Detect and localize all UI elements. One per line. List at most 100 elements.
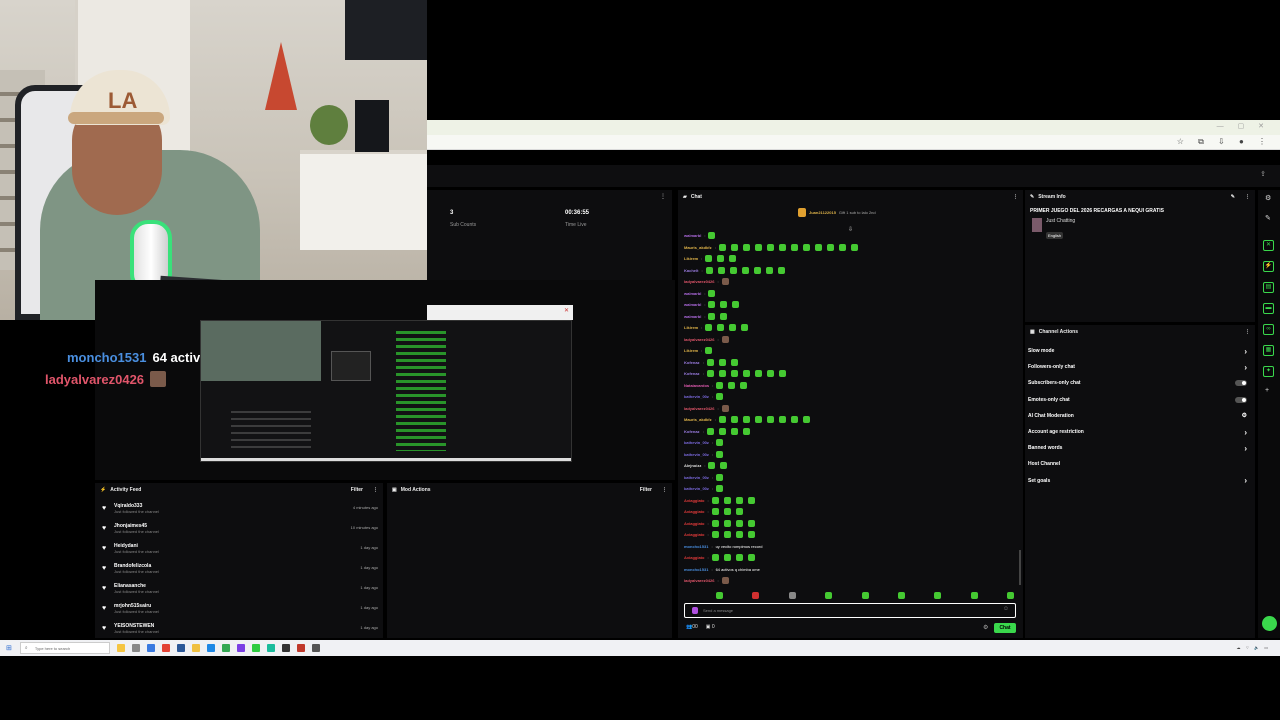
chat-username[interactable]: Mauris_akdkfz xyxy=(684,245,712,250)
chat-username[interactable]: kathevin_00z xyxy=(684,486,709,491)
chat-username[interactable]: kathevin_00z xyxy=(684,452,709,457)
chat-username[interactable]: Kofenaz xyxy=(684,429,700,434)
chat-message[interactable]: Alejnoizz: xyxy=(678,460,1023,472)
close-icon[interactable]: ✕ xyxy=(1263,240,1274,251)
browser-address-bar[interactable] xyxy=(427,135,1280,150)
emote-icon[interactable] xyxy=(825,592,833,599)
window-controls[interactable]: — ▢ ✕ xyxy=(1217,122,1270,130)
chat-username[interactable]: Nataiavardos xyxy=(684,383,709,388)
chat-message[interactable]: Axiaggiato: xyxy=(678,495,1023,507)
chat-message[interactable]: Kofenaz: xyxy=(678,357,1023,369)
app-icon[interactable] xyxy=(251,644,260,652)
app-icon[interactable] xyxy=(236,644,245,652)
chat-message[interactable]: kathevin_00z: xyxy=(678,472,1023,484)
chat-message[interactable]: Axiaggiato: xyxy=(678,529,1023,541)
chat-message[interactable]: walmarbl: xyxy=(678,288,1023,300)
chrome-icon[interactable] xyxy=(161,644,170,652)
chat-username[interactable]: Mauris_akdkfz xyxy=(684,417,712,422)
folder-icon[interactable] xyxy=(191,644,200,652)
chat-scrollbar[interactable] xyxy=(1019,550,1021,585)
chat-message[interactable]: Kofenaz: xyxy=(678,368,1023,380)
chat-message[interactable]: walmarbl: xyxy=(678,311,1023,323)
emote-icon[interactable] xyxy=(788,592,796,599)
chat-send-button[interactable]: Chat xyxy=(994,623,1016,633)
chat-message[interactable]: kathevin_00z: xyxy=(678,483,1023,495)
chevron-right-icon[interactable]: › xyxy=(1244,444,1247,453)
emoji-icon[interactable]: ☺ xyxy=(1003,606,1009,612)
chat-message[interactable]: walmarbl: xyxy=(678,299,1023,311)
app-icon[interactable] xyxy=(266,644,275,652)
taskbar-search-input[interactable]: ⌕ Type here to search xyxy=(19,642,110,654)
chat-input[interactable]: Send a message ☺ xyxy=(684,603,1016,618)
obs-icon[interactable] xyxy=(281,644,290,652)
chat-username[interactable]: ladyalvarez0426 xyxy=(684,406,714,411)
pencil-icon[interactable]: ✎ xyxy=(1231,194,1235,200)
taskbar-app-icon[interactable] xyxy=(116,644,125,652)
channel-action-item[interactable]: Followers-only chat › xyxy=(1025,359,1255,375)
windows-start-icon[interactable]: ⊞ xyxy=(6,644,12,652)
chevron-right-icon[interactable]: › xyxy=(1244,428,1247,437)
bolt-icon[interactable]: ⚡ xyxy=(1263,261,1274,272)
chat-message[interactable]: Mauris_akdkfz: xyxy=(678,242,1023,254)
weather-icon[interactable]: ☁ xyxy=(1236,645,1240,651)
more-options-icon[interactable]: ⋮ xyxy=(373,487,378,493)
channel-action-item[interactable]: Banned words › xyxy=(1025,440,1255,456)
settings-icon[interactable]: ⚙ xyxy=(1265,194,1271,202)
chat-username[interactable]: ladyalvarez0426 xyxy=(684,578,714,583)
chat-message[interactable]: ladyalvarez0426: xyxy=(678,403,1023,415)
chat-message[interactable]: Kachelt: xyxy=(678,265,1023,277)
chat-message[interactable]: Likirem: xyxy=(678,253,1023,265)
network-icon[interactable]: ⌔ xyxy=(1245,645,1249,651)
app-icon[interactable] xyxy=(221,644,230,652)
emote-icon[interactable] xyxy=(934,592,942,599)
plus-icon[interactable]: + xyxy=(1265,387,1269,394)
share-icon[interactable]: ⇪ xyxy=(1260,170,1266,178)
channel-action-item[interactable]: Host Channel xyxy=(1025,456,1255,472)
chat-message[interactable]: Kofenaz: xyxy=(678,426,1023,438)
chat-username[interactable]: ladyalvarez0426 xyxy=(684,279,714,284)
grid-icon[interactable]: ▦ xyxy=(1263,345,1274,356)
chat-username[interactable]: Likirem xyxy=(684,325,698,330)
chevron-right-icon[interactable]: › xyxy=(1244,347,1247,356)
chat-username[interactable]: walmarbl xyxy=(684,233,701,238)
clipboard-icon[interactable]: ▤ xyxy=(1263,282,1274,293)
chat-message[interactable]: moncho1531:64 activos q chimba ome xyxy=(678,564,1023,576)
chevron-right-icon[interactable]: › xyxy=(1244,363,1247,372)
feed-item[interactable]: ♥ Jhonjaimes45 Just followed the channel 10… xyxy=(95,523,383,543)
chat-username[interactable]: Axiaggiato xyxy=(684,521,704,526)
emote-icon[interactable] xyxy=(752,592,760,599)
link-icon[interactable]: ∞ xyxy=(1263,324,1274,335)
chat-username[interactable]: Likirem xyxy=(684,348,698,353)
settings-icon[interactable]: ⚙ xyxy=(1242,412,1247,419)
chat-username[interactable]: Kachelt xyxy=(684,268,698,273)
chat-message[interactable]: moncho1531: uy vecito rompimos record xyxy=(678,541,1023,553)
chat-username[interactable]: Alejnoizz xyxy=(684,463,701,468)
browser-toolbar-icons[interactable]: ☆ ⧉ ⇩ ● ⋮ xyxy=(1177,137,1272,147)
chat-message[interactable]: Axiaggiato: xyxy=(678,506,1023,518)
chat-message[interactable]: walmarbl: xyxy=(678,230,1023,242)
emote-icon[interactable] xyxy=(970,592,978,599)
chat-message[interactable]: kathevin_00z: xyxy=(678,449,1023,461)
emote-icon[interactable] xyxy=(716,592,723,599)
app-icon[interactable] xyxy=(296,644,305,652)
channel-action-item[interactable]: Emotes-only chat xyxy=(1025,392,1255,408)
chat-message[interactable]: ladyalvarez0426: xyxy=(678,334,1023,346)
chat-username[interactable]: moncho1531 xyxy=(684,567,708,572)
chat-message[interactable]: Likirem: xyxy=(678,345,1023,357)
feed-item[interactable]: ♥ Brandofelizcola Just followed the channe… xyxy=(95,563,383,583)
more-options-icon[interactable]: ⋮ xyxy=(1245,329,1250,335)
chat-message[interactable]: Mauris_akdkfz: xyxy=(678,414,1023,426)
chat-message[interactable]: ladyalvarez0426: xyxy=(678,575,1023,587)
volume-icon[interactable]: 🔈 xyxy=(1254,645,1259,651)
gear-icon[interactable]: ⚙ xyxy=(983,624,988,631)
channel-action-item[interactable]: Account age restriction › xyxy=(1025,424,1255,440)
chat-username[interactable]: kathevin_00z xyxy=(684,394,709,399)
chat-username[interactable]: Kofenaz xyxy=(684,360,700,365)
pencil-icon[interactable]: ✎ xyxy=(1265,214,1271,222)
close-icon[interactable]: ✕ xyxy=(564,307,569,314)
feed-item[interactable]: ♥ Heidydani Just followed the channel 1 day… xyxy=(95,543,383,563)
filter-button[interactable]: Filter xyxy=(640,487,652,493)
filter-button[interactable]: Filter xyxy=(351,487,363,493)
chat-username[interactable]: walmarbl xyxy=(684,302,701,307)
chat-username[interactable]: kathevin_00z xyxy=(684,475,709,480)
